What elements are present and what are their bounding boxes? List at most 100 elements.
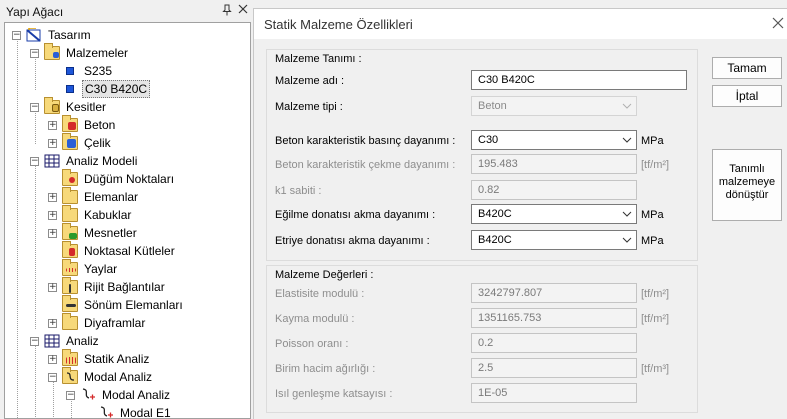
collapse-icon[interactable]: − bbox=[12, 30, 21, 40]
material-icon bbox=[66, 85, 74, 93]
modal-analysis-icon bbox=[62, 367, 78, 384]
cancel-button[interactable]: İptal bbox=[712, 85, 782, 107]
chevron-down-icon bbox=[622, 211, 632, 217]
point-masses-folder-icon bbox=[62, 241, 78, 258]
tree-node-noktasal-kutleler[interactable]: Noktasal Kütleler bbox=[62, 241, 177, 260]
chevron-down-icon bbox=[622, 137, 632, 143]
design-icon bbox=[26, 27, 42, 42]
fyk-select[interactable]: B420C bbox=[471, 204, 637, 224]
pin-icon[interactable] bbox=[220, 4, 234, 18]
group-title: Malzeme Değerleri : bbox=[275, 269, 374, 281]
collapse-icon[interactable]: − bbox=[66, 390, 75, 400]
tree-node-analiz[interactable]: − Analiz bbox=[30, 332, 101, 350]
close-icon[interactable] bbox=[769, 14, 787, 32]
tree-panel-header: Yapı Ağacı bbox=[0, 0, 251, 22]
analysis-icon bbox=[44, 334, 60, 348]
tree-node-kesitler[interactable]: − Kesitler bbox=[30, 97, 108, 116]
tree-node-celik[interactable]: + Çelik bbox=[48, 133, 113, 152]
material-type-select[interactable]: Beton bbox=[471, 96, 637, 116]
unit-weight-field: 2.5 bbox=[471, 358, 637, 378]
material-values-group: Malzeme Değerleri : Elastisite modulü : … bbox=[266, 265, 698, 413]
shear-modulus-label: Kayma modulü : bbox=[275, 313, 355, 325]
tree-node-elemanlar[interactable]: + Elemanlar bbox=[48, 187, 140, 206]
fyk-label: Eğilme donatısı akma dayanımı : bbox=[275, 209, 436, 221]
static-analysis-icon bbox=[62, 349, 78, 366]
elastic-modulus-unit: [tf/m²] bbox=[641, 288, 670, 300]
diaphragms-folder-icon bbox=[62, 313, 78, 330]
tree-node-kabuklar[interactable]: + Kabuklar bbox=[48, 205, 133, 224]
shear-modulus-unit: [tf/m²] bbox=[641, 313, 670, 325]
steel-section-icon bbox=[62, 133, 78, 150]
close-panel-icon[interactable] bbox=[236, 4, 250, 18]
fywk-select[interactable]: B420C bbox=[471, 230, 637, 250]
chevron-down-icon bbox=[622, 237, 632, 243]
tree-node-sonum-elemanlari[interactable]: Sönüm Elemanları bbox=[62, 295, 185, 314]
tree-node-rijit-baglantilar[interactable]: + Rijit Bağlantılar bbox=[48, 277, 167, 296]
ok-button[interactable]: Tamam bbox=[712, 57, 782, 79]
expand-icon[interactable]: + bbox=[48, 228, 57, 238]
tree-node-beton[interactable]: + Beton bbox=[48, 115, 117, 134]
k1-field: 0.82 bbox=[471, 180, 637, 200]
mode-shape-icon bbox=[80, 388, 96, 402]
nodes-folder-icon bbox=[62, 169, 78, 186]
springs-folder-icon bbox=[62, 259, 78, 276]
tree-node-analiz-modeli[interactable]: − Analiz Modeli bbox=[30, 152, 139, 170]
unit-weight-unit: [tf/m³] bbox=[641, 363, 670, 375]
material-name-label: Malzeme adı : bbox=[275, 75, 345, 87]
poisson-ratio-field: 0.2 bbox=[471, 333, 637, 353]
thermal-expansion-field: 1E-05 bbox=[471, 383, 637, 403]
tree-node-modal-analiz-sub[interactable]: − Modal Analiz bbox=[66, 386, 172, 404]
fck-unit: MPa bbox=[641, 135, 664, 147]
tree-node-statik-analiz[interactable]: + Statik Analiz bbox=[48, 349, 151, 368]
convert-to-defined-material-button[interactable]: Tanımlı malzemeye dönüştür bbox=[712, 149, 782, 221]
tree-node-diyaframlar[interactable]: + Diyaframlar bbox=[48, 313, 147, 332]
tree-node-dugum-noktalari[interactable]: Düğüm Noktaları bbox=[62, 169, 176, 188]
fck-select[interactable]: C30 bbox=[471, 130, 637, 150]
elements-folder-icon bbox=[62, 187, 78, 204]
collapse-icon[interactable]: − bbox=[48, 372, 57, 382]
tree-node-c30-b420c[interactable]: C30 B420C bbox=[62, 80, 151, 98]
thermal-expansion-label: Isıl genleşme katsayısı : bbox=[275, 388, 393, 400]
tree-view: − Tasarım − Malzemeler S235 C30 B420C − … bbox=[4, 22, 251, 419]
material-properties-dialog: Statik Malzeme Özellikleri Malzeme Tanım… bbox=[253, 8, 787, 419]
tree-node-mesnetler[interactable]: + Mesnetler bbox=[48, 223, 139, 242]
collapse-icon[interactable]: − bbox=[30, 156, 39, 166]
poisson-ratio-label: Poisson oranı : bbox=[275, 338, 349, 350]
fyk-unit: MPa bbox=[641, 209, 664, 221]
concrete-section-icon bbox=[62, 115, 78, 132]
chevron-down-icon bbox=[622, 103, 632, 109]
expand-icon[interactable]: + bbox=[48, 192, 57, 202]
materials-folder-icon bbox=[44, 43, 60, 60]
collapse-icon[interactable]: − bbox=[30, 48, 39, 58]
tree-node-yaylar[interactable]: Yaylar bbox=[62, 259, 119, 278]
expand-icon[interactable]: + bbox=[48, 318, 57, 328]
tree-node-modal-analiz[interactable]: − Modal Analiz bbox=[48, 367, 154, 386]
tree-node-s235[interactable]: S235 bbox=[62, 62, 114, 80]
material-definition-group: Malzeme Tanımı : Malzeme adı : C30 B420C… bbox=[266, 49, 698, 261]
fctk-label: Beton karakteristik çekme dayanımı : bbox=[275, 159, 456, 171]
elastic-modulus-label: Elastisite modulü : bbox=[275, 288, 365, 300]
expand-icon[interactable]: + bbox=[48, 210, 57, 220]
fywk-label: Etriye donatısı akma dayanımı : bbox=[275, 235, 430, 247]
expand-icon[interactable]: + bbox=[48, 138, 57, 148]
material-icon bbox=[66, 67, 74, 75]
elastic-modulus-field: 3242797.807 bbox=[471, 283, 637, 303]
supports-folder-icon bbox=[62, 223, 78, 240]
tree-node-tasarim[interactable]: − Tasarım bbox=[12, 26, 93, 44]
group-title: Malzeme Tanımı : bbox=[275, 53, 362, 65]
tree-node-malzemeler[interactable]: − Malzemeler bbox=[30, 43, 130, 62]
expand-icon[interactable]: + bbox=[48, 354, 57, 364]
collapse-icon[interactable]: − bbox=[30, 102, 39, 112]
fywk-unit: MPa bbox=[641, 235, 664, 247]
unit-weight-label: Birim hacim ağırlığı : bbox=[275, 363, 376, 375]
fctk-field: 195.483 bbox=[471, 154, 637, 174]
material-name-input[interactable]: C30 B420C bbox=[471, 70, 687, 90]
collapse-icon[interactable]: − bbox=[30, 336, 39, 346]
fctk-unit: [tf/m²] bbox=[641, 159, 670, 171]
tree-node-modal-e1[interactable]: Modal E1 bbox=[98, 404, 173, 418]
expand-icon[interactable]: + bbox=[48, 282, 57, 292]
material-type-label: Malzeme tipi : bbox=[275, 101, 343, 113]
expand-icon[interactable]: + bbox=[48, 120, 57, 130]
dialog-titlebar: Statik Malzeme Özellikleri bbox=[254, 9, 787, 39]
rigid-links-folder-icon bbox=[62, 277, 78, 294]
